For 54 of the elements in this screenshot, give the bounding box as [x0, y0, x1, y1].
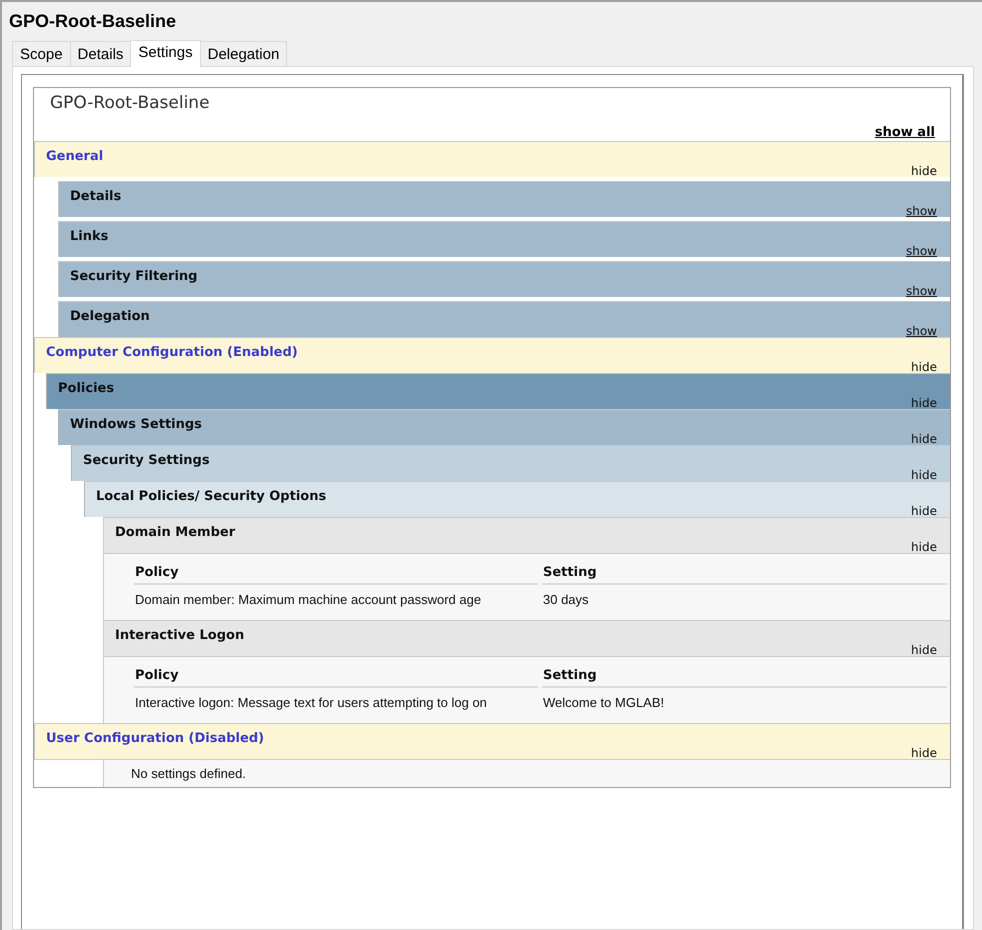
section-title: Computer Configuration (Enabled) — [46, 344, 299, 361]
show-all-link[interactable]: show all — [874, 125, 935, 141]
column-header: Policy — [134, 667, 538, 688]
toggle-link[interactable]: show — [906, 285, 937, 298]
table-cell-text: Interactive logon: Message text for users attempting to log on — [134, 694, 488, 712]
tab[interactable]: Delegation — [200, 41, 288, 66]
section-title: Links — [70, 228, 110, 245]
section-header[interactable]: Delegation show — [58, 301, 950, 337]
column-header: Setting — [542, 667, 947, 688]
section-header[interactable]: Interactive Logon hide — [103, 620, 950, 656]
section-header[interactable]: Links show — [58, 221, 950, 257]
section-title: User Configuration (Disabled) — [46, 730, 266, 747]
tab[interactable]: Scope — [12, 41, 71, 66]
toggle-link[interactable]: hide — [911, 469, 937, 482]
toggle-link[interactable]: show — [906, 205, 937, 218]
section-title: General — [46, 148, 104, 165]
window-title: GPO-Root-Baseline — [8, 10, 178, 33]
section-header[interactable]: Windows Settings hide — [58, 409, 950, 445]
toggle-link[interactable]: hide — [911, 165, 937, 178]
table-cell-text: Domain member: Maximum machine account password age — [134, 591, 482, 609]
report-title: GPO-Root-Baseline — [49, 92, 211, 115]
section-header[interactable]: Policies hide — [46, 373, 950, 409]
section-title: Interactive Logon — [115, 627, 246, 644]
note-text: No settings defined. — [103, 760, 950, 787]
section-header[interactable]: General hide — [34, 141, 950, 177]
section-title: Security Filtering — [70, 268, 198, 285]
section-title: Local Policies/ Security Options — [96, 488, 328, 505]
section-header[interactable]: Security Filtering show — [58, 261, 950, 297]
section-title: Details — [70, 188, 122, 205]
toggle-link[interactable]: hide — [911, 644, 937, 657]
toggle-link[interactable]: show — [906, 245, 937, 258]
section-header[interactable]: Domain Member hide — [103, 517, 950, 553]
table-cell-text: Welcome to MGLAB! — [542, 694, 666, 712]
toggle-link[interactable]: show — [906, 325, 937, 338]
section-header[interactable]: Local Policies/ Security Options hide — [84, 481, 950, 517]
toggle-link[interactable]: hide — [911, 361, 937, 374]
section-title: Windows Settings — [70, 416, 203, 433]
section-title: Security Settings — [83, 452, 211, 469]
column-header: Policy — [134, 564, 538, 585]
section-header[interactable]: Computer Configuration (Enabled) hide — [34, 337, 950, 373]
toggle-link[interactable]: hide — [911, 397, 937, 410]
tab[interactable]: Settings — [130, 40, 201, 67]
column-header: Setting — [542, 564, 947, 585]
table-cell-text: 30 days — [542, 591, 590, 609]
toggle-link[interactable]: hide — [911, 541, 937, 554]
toggle-link[interactable]: hide — [911, 747, 937, 760]
section-header[interactable]: Details show — [58, 181, 950, 217]
toggle-link[interactable]: hide — [911, 433, 937, 446]
section-title: Policies — [58, 380, 116, 397]
section-title: Delegation — [70, 308, 151, 325]
section-title: Domain Member — [115, 524, 236, 541]
toggle-link[interactable]: hide — [911, 505, 937, 518]
section-header[interactable]: User Configuration (Disabled) hide — [34, 723, 950, 759]
section-header[interactable]: Security Settings hide — [71, 445, 950, 481]
